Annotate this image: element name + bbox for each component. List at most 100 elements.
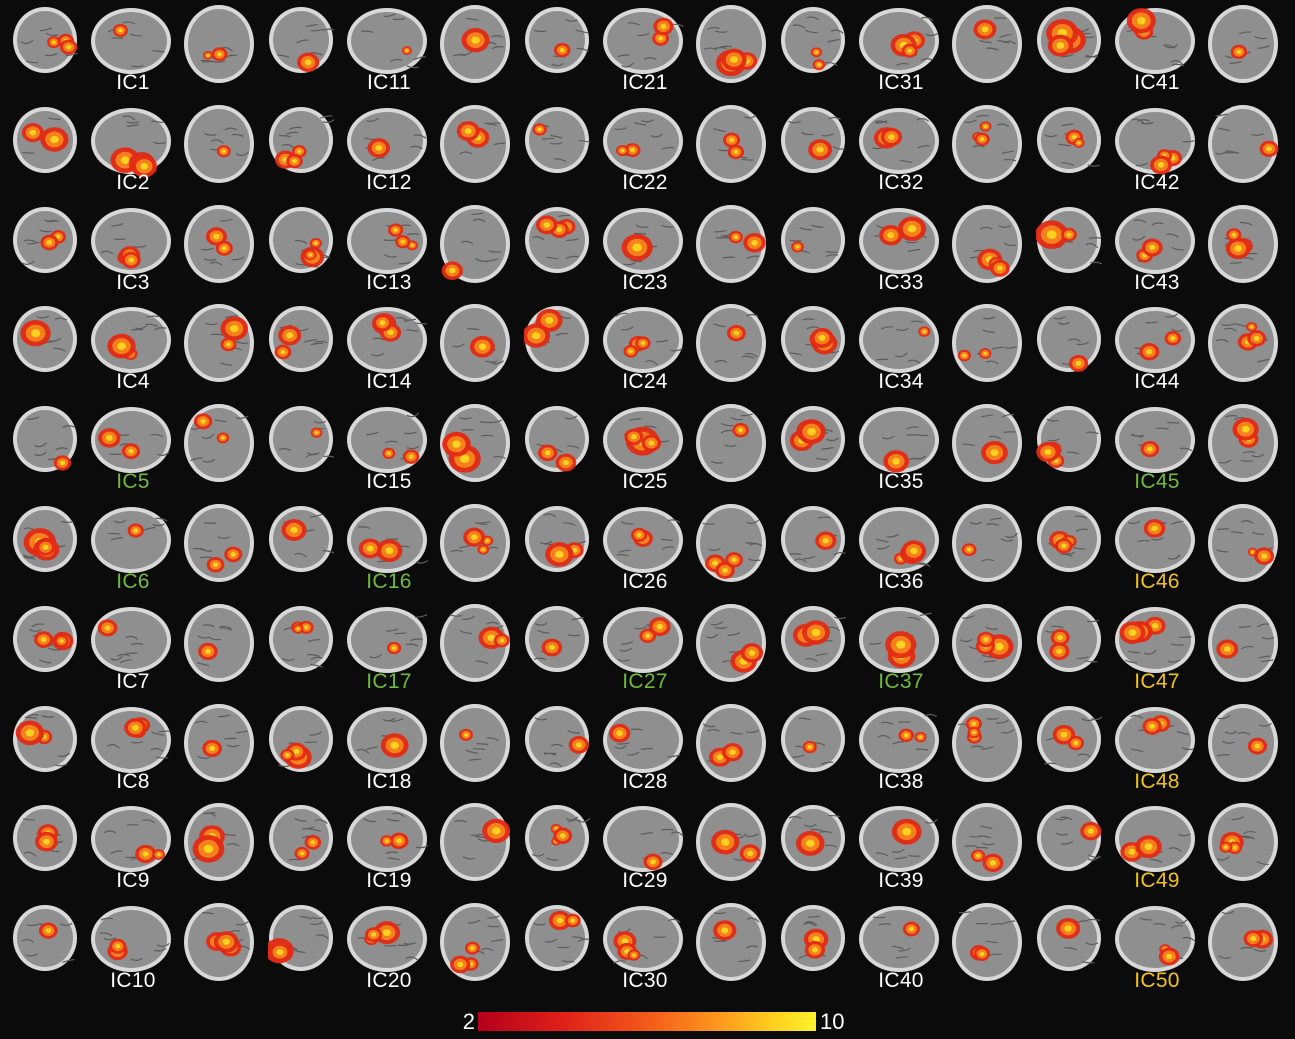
coronal-slice xyxy=(1037,705,1102,772)
component-panel: IC32 xyxy=(776,104,1032,203)
sagittal-slice xyxy=(91,606,171,673)
component-label: IC8 xyxy=(116,769,150,793)
sagittal-slice xyxy=(1115,906,1196,973)
sagittal-slice xyxy=(859,806,939,873)
sagittal-slice xyxy=(859,307,939,374)
component-label: IC19 xyxy=(366,869,412,893)
sagittal-slice xyxy=(347,207,427,274)
sagittal-slice xyxy=(603,606,683,673)
component-panel: IC9 xyxy=(8,802,264,901)
component-panel: IC49 xyxy=(1032,802,1288,901)
component-label: IC31 xyxy=(878,71,924,94)
component-label: IC30 xyxy=(622,969,668,993)
sagittal-slice xyxy=(347,307,427,374)
sagittal-slice xyxy=(91,906,171,973)
component-panel: IC15 xyxy=(264,403,520,502)
component-label: IC37 xyxy=(878,669,924,693)
sagittal-slice xyxy=(859,706,939,773)
component-panel: IC1 xyxy=(8,4,264,103)
component-panel: IC3 xyxy=(8,204,264,303)
component-panel: IC35 xyxy=(776,403,1032,502)
component-panel: IC44 xyxy=(1032,303,1288,402)
component-panel: IC27 xyxy=(520,603,776,702)
coronal-slice xyxy=(13,905,77,972)
coronal-slice xyxy=(13,805,77,872)
coronal-slice xyxy=(525,705,589,772)
coronal-slice xyxy=(781,805,845,872)
component-panel: IC25 xyxy=(520,403,776,502)
sagittal-slice xyxy=(859,906,939,973)
sagittal-slice xyxy=(603,307,683,374)
component-label: IC6 xyxy=(116,570,150,593)
component-panel: IC43 xyxy=(1032,204,1288,303)
coronal-slice xyxy=(269,705,333,772)
component-label: IC12 xyxy=(366,170,412,194)
coronal-slice xyxy=(1037,306,1101,373)
component-label: IC45 xyxy=(1134,470,1180,494)
colorbar-max-label: 10 xyxy=(820,1009,845,1034)
component-panel: IC31 xyxy=(776,4,1032,103)
component-label: IC29 xyxy=(622,869,668,893)
component-panel: IC22 xyxy=(520,104,776,203)
coronal-slice xyxy=(781,206,845,273)
colorbar-gradient xyxy=(478,1012,816,1031)
component-panel: IC37 xyxy=(776,603,1032,702)
component-panel: IC42 xyxy=(1032,104,1288,203)
component-panel: IC50 xyxy=(1032,902,1288,1001)
sagittal-slice xyxy=(603,507,683,573)
sagittal-slice xyxy=(1115,806,1195,873)
coronal-slice xyxy=(13,605,77,672)
component-panel: IC17 xyxy=(264,603,520,702)
component-label: IC27 xyxy=(622,669,668,693)
component-panel: IC41 xyxy=(1032,4,1288,103)
sagittal-slice xyxy=(347,407,427,474)
sagittal-slice xyxy=(603,806,684,873)
component-panel: IC36 xyxy=(776,503,1032,602)
coronal-slice xyxy=(525,905,590,972)
sagittal-slice xyxy=(1115,606,1195,673)
component-grid: IC1 IC2 IC3 IC4 IC5 IC6 IC7 IC8 IC9 IC10 IC11 IC12 I… xyxy=(8,4,1288,1002)
component-label: IC11 xyxy=(367,71,411,94)
component-panel: IC46 xyxy=(1032,503,1288,602)
coronal-slice xyxy=(524,306,589,373)
coronal-slice xyxy=(13,306,77,373)
component-label: IC44 xyxy=(1134,370,1180,394)
component-label: IC5 xyxy=(116,470,150,494)
component-panel: IC20 xyxy=(264,902,520,1001)
coronal-slice xyxy=(269,506,334,572)
coronal-slice xyxy=(269,7,334,73)
component-label: IC41 xyxy=(1134,71,1180,94)
colorbar-min-label: 2 xyxy=(462,1009,475,1034)
sagittal-slice xyxy=(91,8,171,74)
sagittal-slice xyxy=(91,507,171,573)
component-label: IC9 xyxy=(116,869,150,893)
coronal-slice xyxy=(781,605,846,672)
coronal-slice xyxy=(269,406,334,473)
coronal-slice xyxy=(1037,506,1101,572)
component-label: IC47 xyxy=(1134,669,1180,693)
component-panel: IC29 xyxy=(520,802,776,901)
component-label: IC49 xyxy=(1134,869,1180,893)
sagittal-slice xyxy=(603,407,683,474)
coronal-slice xyxy=(781,705,845,772)
sagittal-slice xyxy=(1115,107,1195,175)
component-label: IC18 xyxy=(366,769,412,793)
coronal-slice xyxy=(525,106,590,173)
sagittal-slice xyxy=(1115,507,1195,573)
component-panel: IC6 xyxy=(8,503,264,602)
component-panel: IC7 xyxy=(8,603,264,702)
coronal-slice xyxy=(781,306,845,373)
coronal-slice xyxy=(781,905,845,972)
coronal-slice xyxy=(525,605,589,672)
colorbar: 2 10 xyxy=(0,1003,1295,1039)
coronal-slice xyxy=(525,805,590,872)
component-panel: IC40 xyxy=(776,902,1032,1001)
component-label: IC1 xyxy=(116,71,150,94)
coronal-slice xyxy=(269,805,333,872)
coronal-slice xyxy=(13,705,77,772)
component-label: IC17 xyxy=(366,669,412,693)
component-panel: IC48 xyxy=(1032,703,1288,802)
sagittal-slice xyxy=(347,606,428,673)
sagittal-slice xyxy=(859,507,939,573)
component-panel: IC38 xyxy=(776,703,1032,802)
